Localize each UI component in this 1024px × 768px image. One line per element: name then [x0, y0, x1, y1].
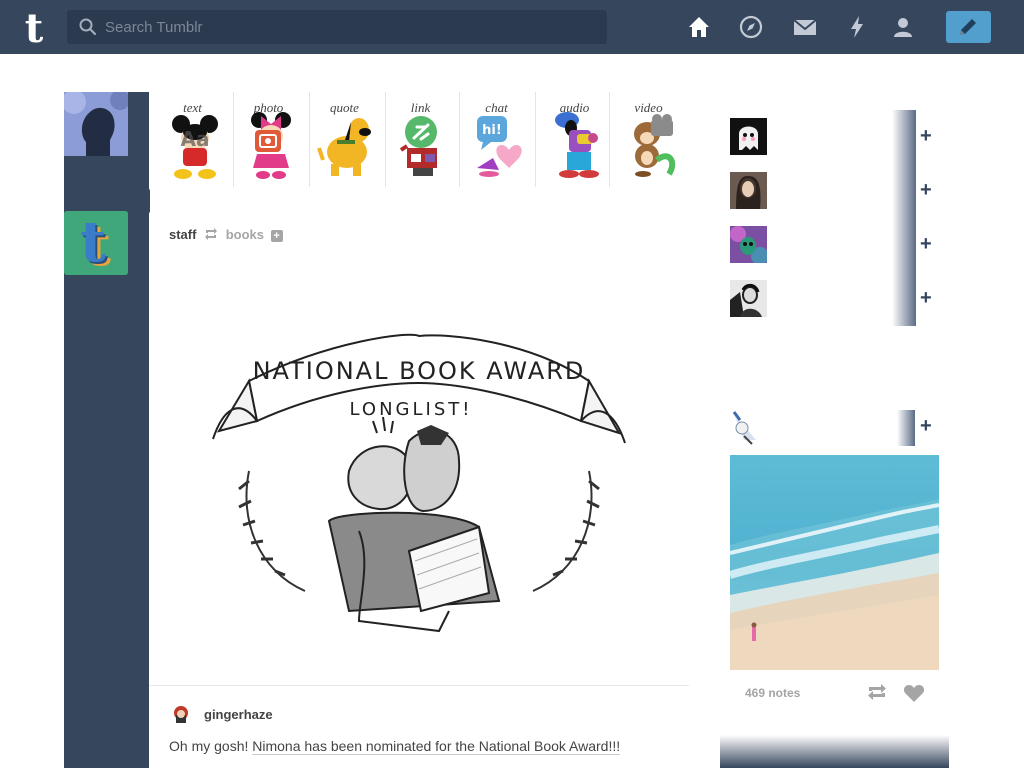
- national-book-award-illustration: NATIONAL BOOK AWARD LONGLIST!: [209, 321, 629, 641]
- account-icon[interactable]: [890, 14, 916, 40]
- follow-button[interactable]: +: [920, 125, 932, 148]
- video-chipmunk-icon: [634, 114, 676, 177]
- radar-photo[interactable]: [730, 455, 939, 670]
- follow-button[interactable]: +: [920, 287, 932, 310]
- recommended-blog[interactable]: +: [730, 272, 940, 326]
- compose-button[interactable]: [946, 11, 991, 43]
- link-gyro-icon: [399, 116, 437, 176]
- blog-preview-fade: [892, 164, 916, 218]
- reblogger-name[interactable]: gingerhaze: [204, 707, 273, 722]
- follow-button[interactable]: +: [920, 233, 932, 256]
- photo-minnie-icon: [251, 112, 291, 179]
- dashboard-column: [64, 92, 150, 768]
- banner-text: NATIONAL BOOK AWARD: [253, 357, 586, 385]
- chat-bubble-icon: hi!: [477, 116, 522, 177]
- post-source-blog[interactable]: books: [226, 227, 264, 242]
- heart-icon: [903, 685, 925, 702]
- radar-blog-avatar[interactable]: [730, 410, 760, 446]
- svg-text:Aa: Aa: [181, 127, 210, 151]
- recommended-blog[interactable]: +: [730, 218, 940, 272]
- activity-icon[interactable]: [844, 14, 870, 40]
- audio-goofy-icon: [555, 112, 599, 178]
- post-divider: [149, 685, 689, 686]
- notes-count[interactable]: 469 notes: [745, 686, 800, 700]
- home-icon[interactable]: [686, 14, 712, 40]
- recommended-blog[interactable]: +: [730, 164, 940, 218]
- separator: [535, 92, 536, 187]
- svg-text:hi!: hi!: [482, 123, 502, 138]
- explore-icon[interactable]: [738, 14, 764, 40]
- banner-subtext: LONGLIST!: [350, 399, 473, 420]
- reblog-comment: Oh my gosh! Nimona has been nominated fo…: [169, 738, 621, 755]
- blog-preview-fade: [892, 110, 916, 164]
- post-type-video[interactable]: video: [611, 92, 686, 187]
- search-box[interactable]: [67, 10, 607, 44]
- reblogger-avatar[interactable]: [171, 705, 191, 725]
- separator: [609, 92, 610, 187]
- svg-text:t: t: [25, 6, 44, 48]
- inbox-icon[interactable]: [792, 14, 818, 40]
- recommended-blog[interactable]: +: [730, 110, 940, 164]
- post-type-photo[interactable]: photo: [231, 92, 306, 187]
- quote-pluto-icon: [317, 118, 371, 176]
- follow-button[interactable]: +: [920, 179, 932, 202]
- portrait-avatar[interactable]: [730, 172, 767, 209]
- svg-text:t: t: [80, 211, 106, 275]
- purple-avatar[interactable]: [730, 226, 767, 263]
- staff-avatar[interactable]: t t t: [64, 211, 128, 275]
- reblog-button[interactable]: [866, 683, 888, 706]
- post-type-bar: text Aa photo quote link chat hi! audio …: [149, 92, 689, 191]
- user-avatar[interactable]: [64, 92, 128, 156]
- search-input[interactable]: [105, 10, 595, 44]
- top-bar: t: [0, 0, 1024, 54]
- pencil-icon: [960, 19, 976, 35]
- post-header: staff books +: [169, 227, 283, 243]
- post-type-chat[interactable]: chat hi!: [459, 92, 534, 187]
- text-mickey-icon: Aa: [172, 115, 218, 179]
- blog-preview-fade: [892, 218, 916, 272]
- post-type-link[interactable]: link: [383, 92, 458, 187]
- post-type-text[interactable]: text Aa: [155, 92, 230, 187]
- blog-preview-fade: [897, 410, 915, 446]
- search-icon: [79, 18, 97, 36]
- bw-avatar[interactable]: [730, 280, 767, 317]
- post-type-audio[interactable]: audio: [537, 92, 612, 187]
- post-card: staff books + NATIONAL BOOK AWARD LONGLI…: [149, 211, 689, 768]
- post-blog-name[interactable]: staff: [169, 227, 196, 242]
- tumblr-logo-icon[interactable]: t: [14, 5, 54, 52]
- blog-preview-fade: [892, 272, 916, 326]
- nimona-link[interactable]: Nimona has been nominated for the Nation…: [252, 738, 621, 755]
- reblog-icon: [204, 228, 218, 243]
- reblog-comment-prefix: Oh my gosh!: [169, 738, 253, 754]
- ghost-avatar[interactable]: [730, 118, 767, 155]
- next-radar-card: [720, 735, 949, 768]
- reblog-icon: [868, 684, 886, 700]
- post-type-quote[interactable]: quote: [307, 92, 382, 187]
- follow-source-button[interactable]: +: [270, 229, 283, 242]
- follow-button[interactable]: +: [920, 415, 932, 438]
- like-button[interactable]: [903, 683, 925, 708]
